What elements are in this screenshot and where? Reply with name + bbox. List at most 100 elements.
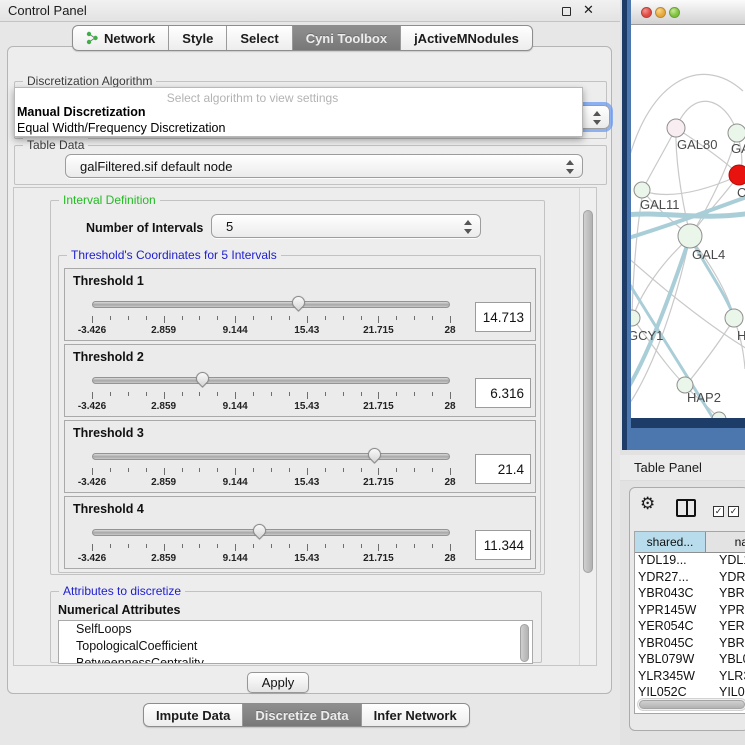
attributes-group-label: Attributes to discretize [59,584,185,598]
slider-tick [110,316,111,320]
slider-tick [253,392,254,396]
split-columns-icon[interactable] [676,499,696,517]
node-label: H [737,328,745,343]
slider-tick-label: 28 [444,553,455,564]
cell-shared-name: YBL079W [635,652,706,669]
table-row[interactable]: YLR345WYLR3 [635,669,745,686]
tab-discretize-data[interactable]: Discretize Data [243,704,361,726]
slider-tick [396,392,397,396]
settings-scrollbar-thumb[interactable] [583,210,593,573]
slider-tick [110,544,111,548]
table-horizontal-scrollbar-thumb[interactable] [639,700,745,709]
slider-track[interactable] [92,377,450,384]
cell-shared-name: YBR043C [635,586,706,603]
network-node-gal80[interactable] [667,119,685,137]
network-canvas[interactable]: GAL80GACGAL11GAL4GCY1HHAP2 [631,25,745,418]
slider-thumb[interactable] [365,445,383,463]
network-nodes[interactable] [631,119,745,418]
threshold-slider[interactable]: -3.4262.8599.14415.4321.71528 [92,523,450,567]
apply-button[interactable]: Apply [247,672,309,693]
settings-scrollbar[interactable] [579,188,596,665]
table-horizontal-scrollbar[interactable] [637,698,745,711]
tab-style[interactable]: Style [169,26,227,50]
float-window-icon[interactable] [562,7,571,16]
tab-jactivemnodules[interactable]: jActiveMNodules [401,26,532,50]
node-label: GAL11 [640,197,680,212]
list-item[interactable]: BetweennessCentrality [59,655,532,664]
slider-track[interactable] [92,301,450,308]
minimize-traffic-light-icon[interactable] [655,7,666,18]
slider-tick [164,544,165,551]
table-row[interactable]: YDR27...YDR2 [635,570,745,587]
list-scrollbar-thumb[interactable] [520,624,529,662]
slider-tick [253,468,254,472]
slider-tick [235,544,236,551]
slider-thumb[interactable] [251,521,269,539]
slider-tick [414,468,415,472]
slider-tick [128,316,129,320]
threshold-slider[interactable]: -3.4262.8599.14415.4321.71528 [92,295,450,339]
network-node-gal4[interactable] [678,224,702,248]
network-view-window: GAL80GACGAL11GAL4GCY1HHAP2 [622,0,745,450]
table-data-combobox[interactable]: galFiltered.sif default node [65,154,583,178]
close-icon[interactable]: ✕ [583,2,594,18]
tab-cyni-toolbox[interactable]: Cyni Toolbox [293,26,401,50]
table-row[interactable]: YBL079WYBL0 [635,652,745,669]
tab-infer-network[interactable]: Infer Network [362,704,469,726]
number-of-intervals-combobox[interactable]: 5 [211,214,481,238]
threshold-label: Threshold 1 [73,274,144,288]
slider-track[interactable] [92,453,450,460]
slider-tick-label: 21.715 [363,477,394,488]
slider-tick [343,544,344,548]
number-of-intervals-label: Number of Intervals [86,221,203,235]
network-node-c[interactable] [729,165,745,185]
zoom-traffic-light-icon[interactable] [669,7,680,18]
threshold-value-field[interactable] [475,530,531,560]
slider-tick-label: 28 [444,477,455,488]
tab-network[interactable]: Network [73,26,169,50]
column-header-shared-name[interactable]: shared... [635,532,706,552]
tab-select[interactable]: Select [227,26,292,50]
threshold-slider[interactable]: -3.4262.8599.14415.4321.71528 [92,371,450,415]
list-item[interactable]: SelfLoops [59,621,532,638]
cell-shared-name: YER054C [635,619,706,636]
checkbox-icon[interactable]: ✓ [728,506,739,517]
slider-thumb[interactable] [289,293,307,311]
gear-icon[interactable]: ⚙ [640,494,655,514]
algorithm-option-manual-discretization[interactable]: Manual Discretization [17,105,146,119]
combo-arrows-icon [593,110,601,126]
checkbox-icon[interactable]: ✓ [713,506,724,517]
algorithm-option-equal-width-frequency[interactable]: Equal Width/Frequency Discretization [17,121,225,135]
slider-thumb[interactable] [193,369,211,387]
slider-track[interactable] [92,529,450,536]
close-traffic-light-icon[interactable] [641,7,652,18]
slider-tick [146,468,147,472]
threshold-value-field[interactable] [475,378,531,408]
table-row[interactable]: YPR145WYPR1 [635,603,745,620]
network-node-ga[interactable] [728,124,745,142]
list-item[interactable]: TopologicalCoefficient [59,638,532,655]
table-row[interactable]: YBR043CYBR0 [635,586,745,603]
slider-tick [289,468,290,472]
threshold-value-field[interactable] [475,302,531,332]
tab-impute-data[interactable]: Impute Data [144,704,243,726]
slider-tick-label: 15.43 [294,325,319,336]
table-row[interactable]: YDL19...YDL1 [635,553,745,570]
table-row[interactable]: YBR045CYBR0 [635,636,745,653]
cell-name: YPR1 [706,603,745,620]
network-node-gal11[interactable] [634,182,650,198]
cyni-toolbox-panel: Discretization Algorithm Select algorith… [7,46,612,694]
slider-tick [450,392,451,399]
network-node-h[interactable] [725,309,743,327]
network-node-gcy1[interactable] [631,310,640,326]
slider-tick [110,468,111,472]
slider-tick [289,316,290,320]
slider-tick [396,468,397,472]
table-row[interactable]: YER054CYER0 [635,619,745,636]
column-header-name[interactable]: na [706,532,745,552]
slider-tick-label: 21.715 [363,401,394,412]
slider-tick [110,392,111,396]
threshold-value-field[interactable] [475,454,531,484]
numerical-attributes-list[interactable]: SelfLoopsTopologicalCoefficientBetweenne… [58,620,533,664]
threshold-slider[interactable]: -3.4262.8599.14415.4321.71528 [92,447,450,491]
